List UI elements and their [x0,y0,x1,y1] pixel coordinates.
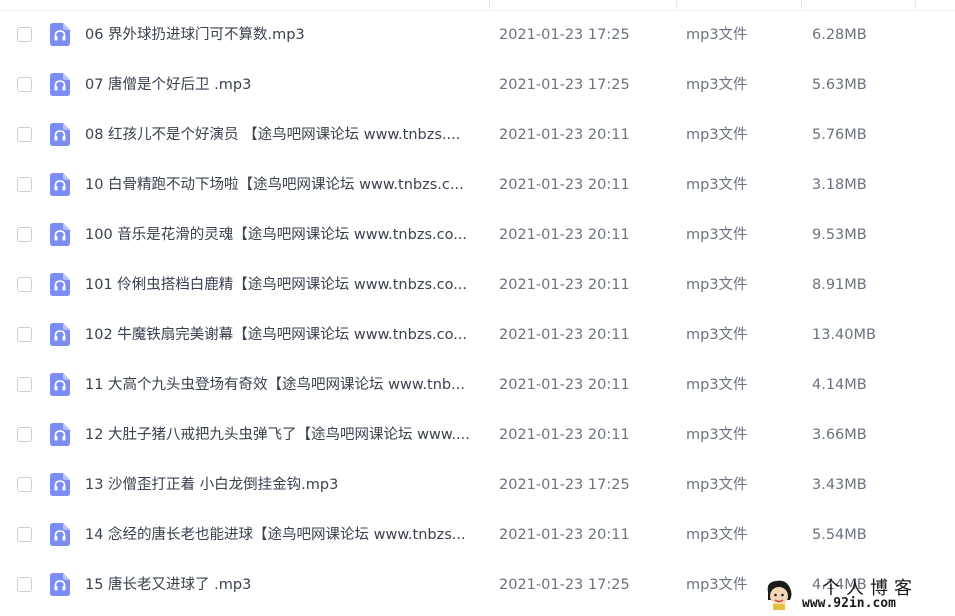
file-type: mp3文件 [686,377,748,393]
file-size: 9.53MB [812,227,867,243]
row-checkbox[interactable] [17,477,32,492]
file-modified-date: 2021-01-23 20:11 [499,427,630,443]
file-type: mp3文件 [686,527,748,543]
file-row[interactable]: 101 伶俐虫搭档白鹿精【途鸟吧网课论坛 www.tnbzs.co... 2021… [0,260,955,310]
file-name[interactable]: 13 沙僧歪打正着 小白龙倒挂金钩.mp3 [85,475,477,495]
file-modified-date: 2021-01-23 17:25 [499,77,630,93]
file-name[interactable]: 100 音乐是花滑的灵魂【途鸟吧网课论坛 www.tnbzs.co... [85,225,477,245]
file-name[interactable]: 102 牛魔铁扇完美谢幕【途鸟吧网课论坛 www.tnbzs.co... [85,325,477,345]
file-modified-date: 2021-01-23 20:11 [499,377,630,393]
file-size: 13.40MB [812,327,876,343]
column-separator[interactable] [676,0,677,9]
audio-file-icon [50,23,70,46]
file-row[interactable]: 12 大肚子猪八戒把九头虫弹飞了【途鸟吧网课论坛 www.... 2021-01-… [0,410,955,460]
file-modified-date: 2021-01-23 20:11 [499,327,630,343]
blog-watermark: 个人博客 www.92in.com [764,574,950,614]
audio-file-icon [50,123,70,146]
row-checkbox[interactable] [17,377,32,392]
file-type: mp3文件 [686,277,748,293]
file-row[interactable]: 06 界外球扔进球门可不算数.mp3 2021-01-23 17:25 mp3文件 6… [0,10,955,60]
file-type: mp3文件 [686,127,748,143]
audio-file-icon [50,423,70,446]
row-checkbox[interactable] [17,27,32,42]
column-separator[interactable] [915,0,916,9]
file-type: mp3文件 [686,477,748,493]
file-modified-date: 2021-01-23 20:11 [499,127,630,143]
file-size: 5.54MB [812,527,867,543]
file-list: 06 界外球扔进球门可不算数.mp3 2021-01-23 17:25 mp3文件 6… [0,0,955,616]
row-checkbox[interactable] [17,77,32,92]
file-name[interactable]: 15 唐长老又进球了 .mp3 [85,575,477,595]
file-name[interactable]: 06 界外球扔进球门可不算数.mp3 [85,25,477,45]
row-checkbox[interactable] [17,227,32,242]
row-checkbox[interactable] [17,327,32,342]
file-type: mp3文件 [686,177,748,193]
file-type: mp3文件 [686,227,748,243]
file-type: mp3文件 [686,27,748,43]
file-name[interactable]: 11 大高个九头虫登场有奇效【途鸟吧网课论坛 www.tnb... [85,375,477,395]
file-size: 3.43MB [812,477,867,493]
row-checkbox[interactable] [17,427,32,442]
file-modified-date: 2021-01-23 17:25 [499,27,630,43]
file-row[interactable]: 10 白骨精跑不动下场啦【途鸟吧网课论坛 www.tnbzs.c... 2021-… [0,160,955,210]
audio-file-icon [50,323,70,346]
row-checkbox[interactable] [17,127,32,142]
row-checkbox[interactable] [17,527,32,542]
file-size: 5.63MB [812,77,867,93]
file-size: 5.76MB [812,127,867,143]
file-modified-date: 2021-01-23 20:11 [499,177,630,193]
audio-file-icon [50,273,70,296]
audio-file-icon [50,573,70,596]
file-name[interactable]: 14 念经的唐长老也能进球【途鸟吧网课论坛 www.tnbzs... [85,525,477,545]
audio-file-icon [50,73,70,96]
file-row[interactable]: 100 音乐是花滑的灵魂【途鸟吧网课论坛 www.tnbzs.co... 2021… [0,210,955,260]
audio-file-icon [50,473,70,496]
file-name[interactable]: 101 伶俐虫搭档白鹿精【途鸟吧网课论坛 www.tnbzs.co... [85,275,477,295]
watermark-url: www.92in.com [802,596,896,611]
file-row[interactable]: 13 沙僧歪打正着 小白龙倒挂金钩.mp3 2021-01-23 17:25 mp3… [0,460,955,510]
file-size: 6.28MB [812,27,867,43]
cartoon-avatar-icon [767,580,792,610]
row-checkbox[interactable] [17,577,32,592]
row-checkbox[interactable] [17,277,32,292]
file-name[interactable]: 10 白骨精跑不动下场啦【途鸟吧网课论坛 www.tnbzs.c... [85,175,477,195]
file-name[interactable]: 07 唐僧是个好后卫 .mp3 [85,75,477,95]
file-row[interactable]: 08 红孩儿不是个好演员 【途鸟吧网课论坛 www.tnbzs.... 2021-… [0,110,955,160]
file-modified-date: 2021-01-23 20:11 [499,227,630,243]
file-modified-date: 2021-01-23 17:25 [499,477,630,493]
file-row[interactable]: 11 大高个九头虫登场有奇效【途鸟吧网课论坛 www.tnb... 2021-01… [0,360,955,410]
file-type: mp3文件 [686,327,748,343]
file-row[interactable]: 102 牛魔铁扇完美谢幕【途鸟吧网课论坛 www.tnbzs.co... 2021… [0,310,955,360]
file-modified-date: 2021-01-23 20:11 [499,277,630,293]
file-modified-date: 2021-01-23 20:11 [499,527,630,543]
file-name[interactable]: 08 红孩儿不是个好演员 【途鸟吧网课论坛 www.tnbzs.... [85,125,477,145]
file-size: 3.18MB [812,177,867,193]
column-separator[interactable] [489,0,490,9]
file-type: mp3文件 [686,77,748,93]
audio-file-icon [50,523,70,546]
file-type: mp3文件 [686,577,748,593]
audio-file-icon [50,223,70,246]
file-name[interactable]: 12 大肚子猪八戒把九头虫弹飞了【途鸟吧网课论坛 www.... [85,425,477,445]
file-size: 8.91MB [812,277,867,293]
file-size: 3.66MB [812,427,867,443]
file-type: mp3文件 [686,427,748,443]
audio-file-icon [50,173,70,196]
row-checkbox[interactable] [17,177,32,192]
audio-file-icon [50,373,70,396]
file-row[interactable]: 07 唐僧是个好后卫 .mp3 2021-01-23 17:25 mp3文件 5.63… [0,60,955,110]
file-size: 4.14MB [812,377,867,393]
file-row[interactable]: 14 念经的唐长老也能进球【途鸟吧网课论坛 www.tnbzs... 2021-0… [0,510,955,560]
file-modified-date: 2021-01-23 17:25 [499,577,630,593]
column-separator[interactable] [801,0,802,9]
